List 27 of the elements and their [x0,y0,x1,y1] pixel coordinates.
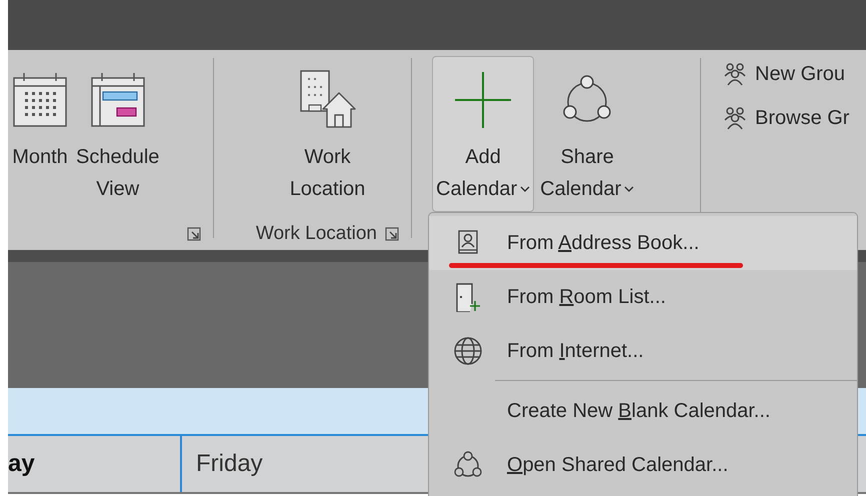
ribbon-button[interactable]: Add Calendar [432,56,534,212]
dialog-launcher-icon [385,227,399,241]
menu-item[interactable]: From Address Book... [429,216,857,270]
ribbon-button[interactable]: Work Location [286,56,370,212]
menu-item[interactable]: From Internet... [429,324,857,378]
menu-item[interactable]: Create New Blank Calendar... [429,384,857,438]
ribbon-button[interactable]: Month [8,56,72,212]
day-header: ay [8,436,182,492]
plus-icon [453,70,514,130]
door-plus-icon [454,282,482,312]
ribbon-button[interactable]: Share Calendar [536,56,638,212]
menu-item[interactable]: Open Shared Calendar... [429,438,857,492]
menu-item[interactable]: From Room List... [429,270,857,324]
people-icon [723,106,747,130]
group-label: Work Location [256,223,377,245]
calendar-grid-icon [12,72,68,128]
ribbon-button[interactable]: New Grou [723,56,866,92]
people-icon [723,62,747,86]
dialog-launcher-icon [187,227,201,241]
day-header: Friday [195,449,263,479]
ribbon-button[interactable]: Browse Gr [723,100,866,136]
ribbon-button[interactable]: Schedule View [72,56,164,212]
contact-card-icon [457,230,479,256]
schedule-icon [90,72,146,128]
dialog-launcher-button[interactable] [385,227,399,241]
dialog-launcher-button[interactable] [187,227,201,241]
globe-icon [453,336,483,366]
